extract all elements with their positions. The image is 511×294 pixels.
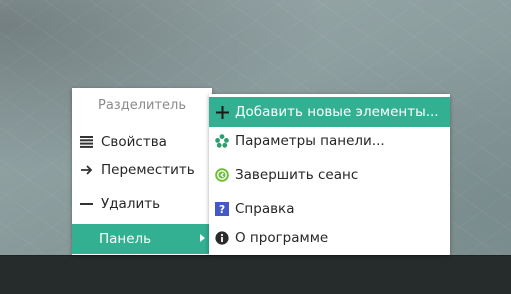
taskbar: [0, 255, 511, 294]
minus-icon: [79, 197, 93, 211]
menu-item-about[interactable]: О программе: [209, 224, 450, 252]
panel-submenu: Добавить новые элементы... Параметры пан…: [209, 94, 450, 255]
menu-item-label: Панель: [99, 231, 152, 247]
menu-item-add-new-items[interactable]: Добавить новые элементы...: [209, 97, 450, 127]
menu-item-help[interactable]: ? Справка: [209, 195, 450, 223]
arrow-right-icon: [79, 163, 93, 177]
properties-icon: [79, 135, 93, 149]
menu-item-label: Параметры панели...: [235, 133, 385, 149]
svg-text:?: ?: [219, 204, 225, 216]
menu-item-logout[interactable]: Завершить сеанс: [209, 161, 450, 189]
menu-item-label: Добавить новые элементы...: [235, 104, 439, 120]
menu-item-label: Удалить: [101, 196, 161, 212]
menu-item-label: Справка: [235, 201, 295, 217]
menu-item-properties[interactable]: Свойства: [72, 128, 212, 156]
logout-icon: [215, 168, 229, 182]
submenu-arrow-icon: [200, 234, 205, 242]
plus-icon: [215, 105, 229, 119]
help-icon: ?: [215, 202, 229, 216]
info-icon: [215, 231, 229, 245]
menu-item-panel[interactable]: Панель: [72, 224, 212, 254]
separator-label: Разделитель: [97, 98, 186, 113]
panel-context-menu: Разделитель Свойства Переместить Удалить: [72, 88, 212, 255]
menu-item-panel-settings[interactable]: Параметры панели...: [209, 127, 450, 155]
menu-item-label: Свойства: [101, 134, 167, 150]
panel-settings-icon: [215, 134, 229, 148]
menu-item-delete[interactable]: Удалить: [72, 190, 212, 218]
menu-item-label: О программе: [235, 230, 329, 246]
menu-item-move[interactable]: Переместить: [72, 156, 212, 184]
menu-item-label: Переместить: [101, 162, 195, 178]
menu-item-label: Завершить сеанс: [235, 167, 359, 183]
